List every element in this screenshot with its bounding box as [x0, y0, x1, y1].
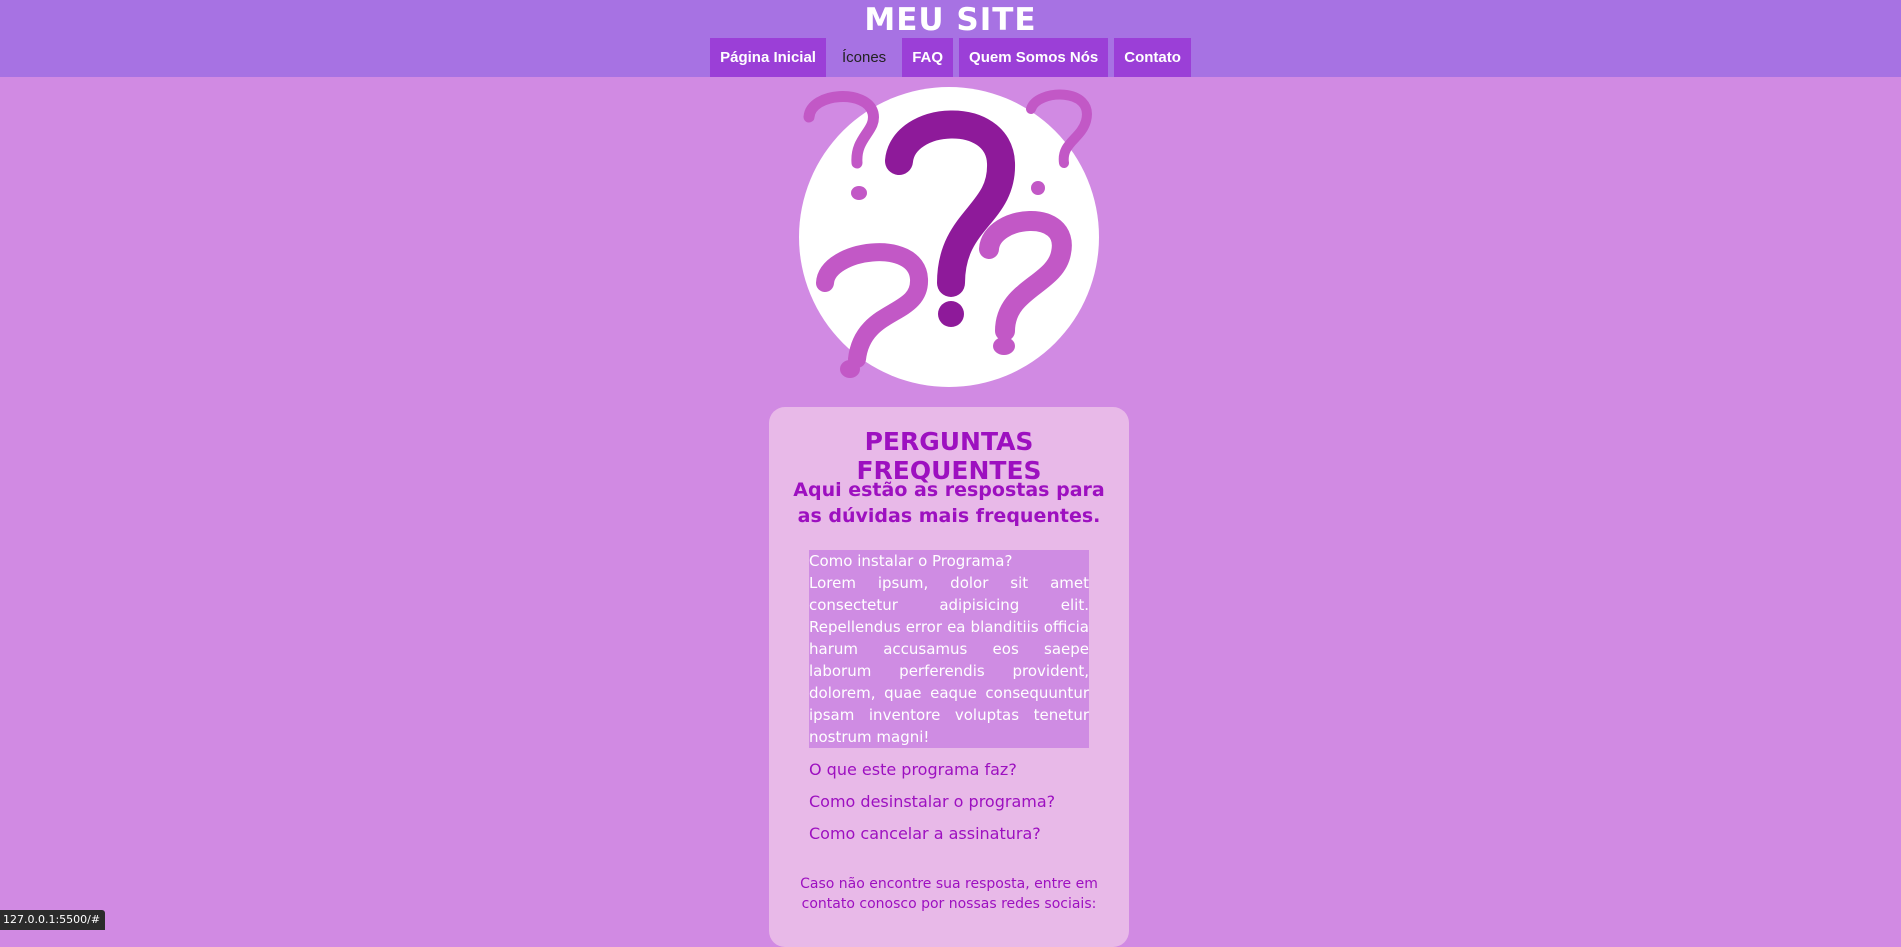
nav-home[interactable]: Página Inicial: [710, 38, 826, 77]
faq-question[interactable]: O que este programa faz?: [809, 760, 1017, 779]
faq-question[interactable]: Como desinstalar o programa?: [809, 792, 1055, 811]
faq-question[interactable]: Como instalar o Programa?: [809, 550, 1089, 572]
main-nav: Página Inicial Ícones FAQ Quem Somos Nós…: [0, 38, 1901, 77]
faq-item-expanded: Como instalar o Programa? Lorem ipsum, d…: [809, 550, 1089, 748]
faq-answer: Lorem ipsum, dolor sit amet consectetur …: [809, 574, 1089, 746]
nav-about[interactable]: Quem Somos Nós: [959, 38, 1109, 77]
question-marks-icon: [799, 87, 1099, 387]
nav-contact[interactable]: Contato: [1114, 38, 1191, 77]
nav-faq[interactable]: FAQ: [902, 38, 954, 77]
faq-subtitle: Aqui estão as respostas para as dúvidas …: [793, 479, 1105, 527]
status-bar-url: 127.0.0.1:5500/#: [0, 910, 106, 930]
faq-card: PERGUNTAS FREQUENTES Aqui estão as respo…: [769, 407, 1129, 947]
site-header: MEU SITE Página Inicial Ícones FAQ Quem …: [0, 0, 1901, 77]
faq-footer-text: Caso não encontre sua resposta, entre em…: [800, 876, 1098, 912]
site-title: MEU SITE: [864, 2, 1037, 38]
nav-icons[interactable]: Ícones: [832, 38, 896, 77]
faq-question[interactable]: Como cancelar a assinatura?: [809, 824, 1041, 843]
